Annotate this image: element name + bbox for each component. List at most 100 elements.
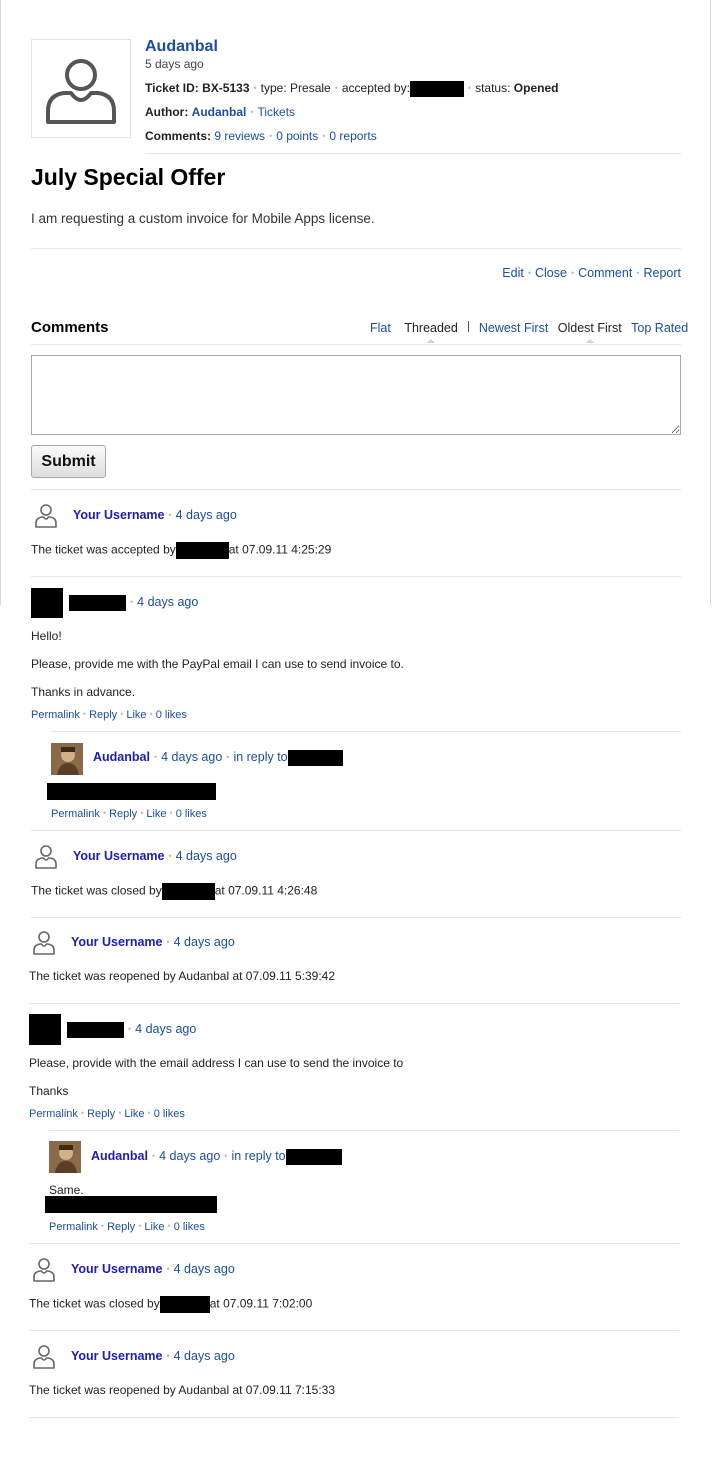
user-avatar[interactable] (31, 928, 61, 958)
reply-link[interactable]: Reply (109, 808, 137, 820)
status-value: Opened (513, 81, 559, 96)
likes-count[interactable]: 0 likes (156, 709, 187, 721)
separator-dot: • (120, 709, 124, 719)
comment-time[interactable]: 4 days ago (135, 1022, 196, 1036)
separator-dot: • (168, 510, 172, 520)
comment-time[interactable]: 4 days ago (174, 1349, 235, 1363)
permalink-link[interactable]: Permalink (29, 1108, 78, 1120)
comment-textarea[interactable] (31, 355, 681, 435)
comment-text-part: at 07.09.11 7:02:00 (209, 1296, 313, 1311)
redacted-block (159, 1296, 210, 1313)
comment-text: The ticket was closed by at 07.09.11 4:26… (31, 883, 317, 900)
separator-dot: • (166, 1264, 170, 1274)
divider (31, 576, 681, 577)
user-avatar[interactable] (31, 1342, 61, 1372)
username-link[interactable]: Your Username (73, 849, 164, 863)
comment-time[interactable]: 4 days ago (174, 1262, 235, 1276)
reply-link[interactable]: Reply (87, 1108, 115, 1120)
user-avatar[interactable] (33, 501, 63, 531)
author-avatar[interactable] (31, 39, 131, 138)
separator-dot: • (269, 131, 273, 141)
separator-dot: • (224, 1151, 228, 1162)
comment-time[interactable]: 4 days ago (161, 750, 222, 764)
divider (29, 1417, 679, 1418)
separator-dot: • (140, 808, 144, 818)
separator-dot: • (636, 268, 640, 278)
comment-text-part: at 07.09.11 4:25:29 (228, 542, 332, 557)
redacted-comment-text (45, 1196, 217, 1213)
reviews-link[interactable]: 9 reviews (214, 129, 265, 143)
redacted-block (175, 542, 229, 559)
separator-dot: • (166, 1351, 170, 1361)
comment-text: Please, provide me with the PayPal email… (31, 657, 404, 671)
separator-dot: • (147, 1108, 151, 1118)
ticket-author-link[interactable]: Audanbal (145, 38, 218, 56)
like-link[interactable]: Like (126, 709, 146, 721)
user-icon (33, 1258, 55, 1282)
view-flat-link[interactable]: Flat (370, 321, 391, 335)
likes-count[interactable]: 0 likes (174, 1221, 205, 1233)
user-avatar[interactable] (33, 842, 63, 872)
author-link[interactable]: Audanbal (192, 105, 247, 119)
tickets-link[interactable]: Tickets (258, 105, 296, 119)
comment-header: Audanbal • 4 days ago • in reply to (93, 750, 343, 766)
close-link[interactable]: Close (535, 266, 567, 280)
comment-time[interactable]: 4 days ago (159, 1149, 220, 1163)
reply-link[interactable]: Reply (89, 709, 117, 721)
comment-text: The ticket was reopened by Audanbal at 0… (29, 1383, 335, 1397)
in-reply-to-link[interactable]: in reply to (231, 1149, 285, 1163)
comment-link[interactable]: Comment (578, 266, 632, 280)
accepted-by-label: accepted by: (341, 81, 410, 96)
separator-dot: • (527, 268, 531, 278)
person-photo-icon (51, 743, 83, 775)
reports-link[interactable]: 0 reports (329, 129, 376, 143)
separator-dot: • (128, 1024, 132, 1035)
like-link[interactable]: Like (144, 1221, 164, 1233)
username-link[interactable]: Your Username (71, 935, 162, 949)
user-avatar[interactable] (31, 1255, 61, 1285)
report-link[interactable]: Report (643, 266, 681, 280)
user-icon (33, 1345, 55, 1369)
permalink-link[interactable]: Permalink (31, 709, 80, 721)
sort-oldest-current[interactable]: Oldest First (558, 321, 622, 335)
username-link[interactable]: Your Username (71, 1349, 162, 1363)
audanbal-avatar[interactable] (49, 1141, 81, 1173)
audanbal-avatar[interactable] (51, 743, 83, 775)
comment-time[interactable]: 4 days ago (176, 508, 237, 522)
comment-actions: Permalink • Reply • Like • 0 likes (31, 709, 187, 721)
comment-time[interactable]: 4 days ago (174, 935, 235, 949)
divider (31, 248, 681, 249)
points-link[interactable]: 0 points (276, 129, 318, 143)
divider (29, 1330, 679, 1331)
comment-time[interactable]: 4 days ago (137, 595, 198, 609)
reply-link[interactable]: Reply (107, 1221, 135, 1233)
username-link[interactable]: Audanbal (93, 750, 150, 764)
in-reply-to-link[interactable]: in reply to (233, 750, 287, 764)
comment-text: Same. (49, 1183, 84, 1197)
separator-dot: • (82, 709, 87, 719)
likes-count[interactable]: 0 likes (154, 1108, 185, 1120)
like-link[interactable]: Like (124, 1108, 144, 1120)
comment-header: Your Username • 4 days ago (73, 849, 237, 863)
ticket-id: BX-5133 (202, 81, 250, 96)
username-link[interactable]: Audanbal (91, 1149, 148, 1163)
username-link[interactable]: Your Username (71, 1262, 162, 1276)
comment-header: • 4 days ago (67, 1022, 196, 1038)
edit-link[interactable]: Edit (502, 266, 524, 280)
permalink-link[interactable]: Permalink (51, 808, 100, 820)
comment-time[interactable]: 4 days ago (176, 849, 237, 863)
separator-dot: • (467, 83, 472, 94)
likes-count[interactable]: 0 likes (176, 808, 207, 820)
ticket-actions: Edit • Close • Comment • Report (502, 266, 681, 280)
submit-button[interactable]: Submit (31, 445, 106, 478)
separator-dot: • (322, 131, 326, 141)
permalink-link[interactable]: Permalink (49, 1221, 98, 1233)
sort-newest-link[interactable]: Newest First (479, 321, 548, 335)
view-threaded-current[interactable]: Threaded (404, 321, 458, 335)
ticket-body: I am requesting a custom invoice for Mob… (31, 211, 375, 226)
like-link[interactable]: Like (146, 808, 166, 820)
user-icon (35, 504, 57, 528)
sort-top-rated-link[interactable]: Top Rated (631, 321, 688, 335)
username-link[interactable]: Your Username (73, 508, 164, 522)
separator-dot: • (130, 597, 134, 608)
